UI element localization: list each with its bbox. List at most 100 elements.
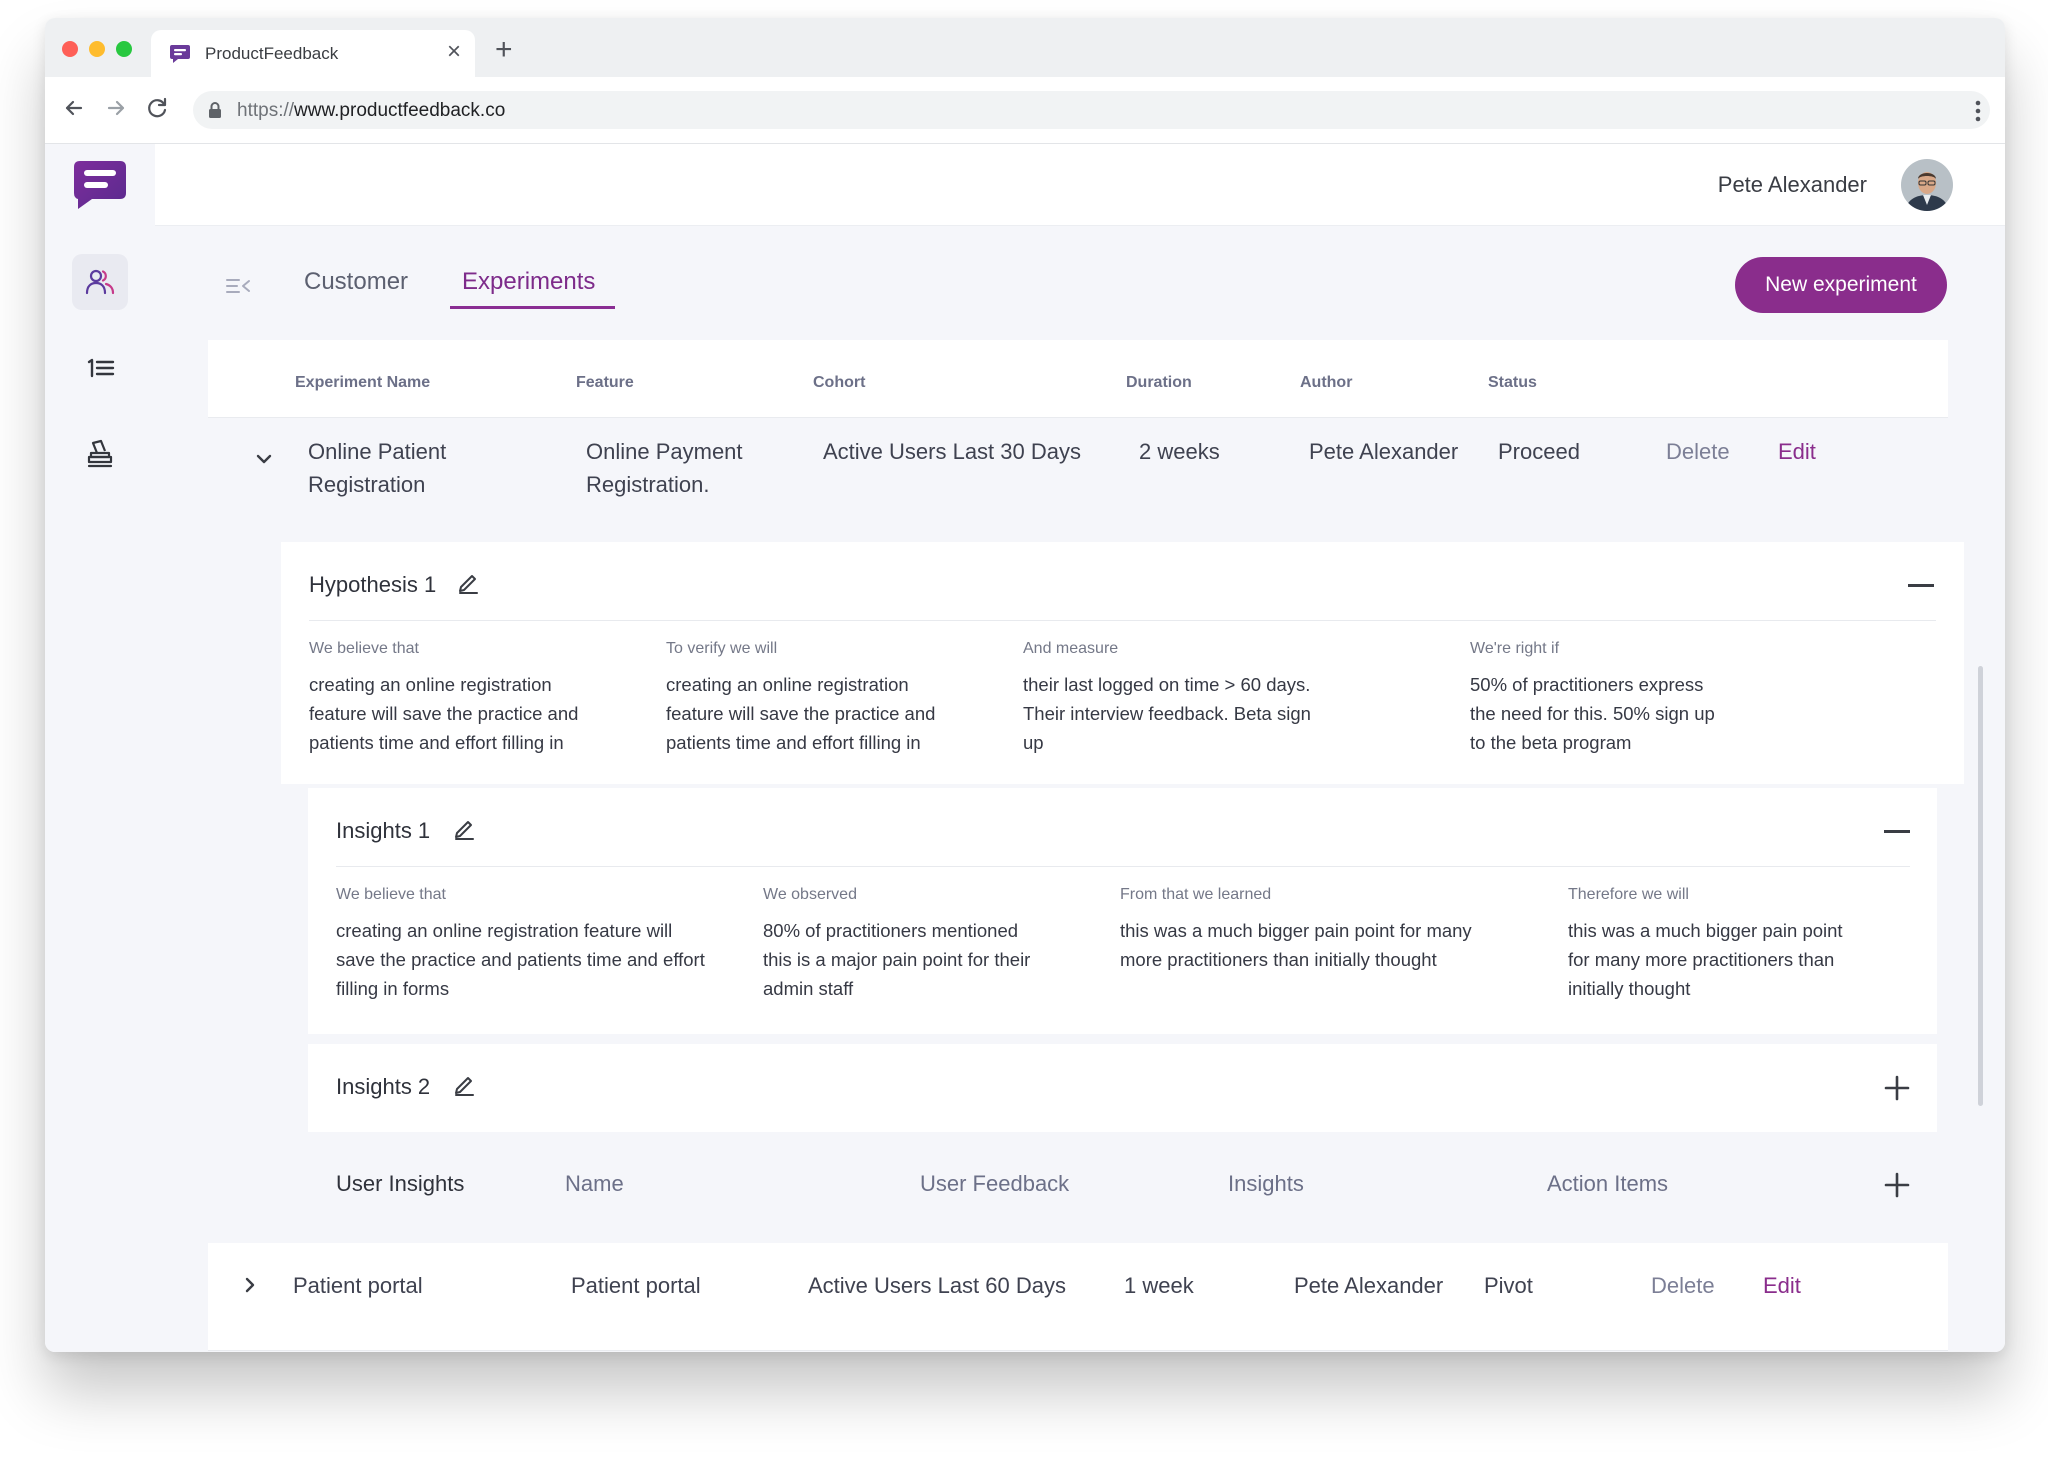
insights-label: We observed [763, 886, 857, 903]
user-insights-bar: User Insights Name User Feedback Insight… [308, 1142, 1937, 1227]
insights-label: Therefore we will [1568, 886, 1689, 903]
users-icon [85, 269, 115, 295]
app-header: Pete Alexander [155, 144, 2005, 226]
insights-text: this was a much bigger pain point for man… [1568, 920, 1843, 999]
url-text: https://www.productfeedback.co [237, 100, 506, 121]
edit-button[interactable]: Edit [1763, 1269, 1801, 1302]
minimize-window-button[interactable] [89, 41, 105, 57]
app-sidebar [45, 144, 155, 1352]
user-insights-column-feedback: User Feedback [920, 1171, 1070, 1196]
insights-text: creating an online registration feature … [336, 920, 705, 999]
hypothesis-label: And measure [1023, 640, 1119, 657]
pencil-icon[interactable] [453, 818, 475, 840]
insights-label: We believe that [336, 886, 446, 903]
browser-window: ProductFeedback × + https://www.productf… [45, 18, 2005, 1352]
hypothesis-text: creating an online registration feature w… [666, 674, 936, 753]
lock-icon [209, 102, 221, 118]
column-header-cohort[interactable]: Cohort [813, 374, 865, 392]
delete-button[interactable]: Delete [1651, 1269, 1715, 1302]
expand-insights-plus-icon[interactable] [1884, 1075, 1910, 1101]
insights-title: Insights 1 [336, 818, 431, 843]
browser-toolbar: https://www.productfeedback.co [45, 77, 2005, 144]
column-header-duration[interactable]: Duration [1126, 374, 1192, 392]
experiment-duration: 2 weeks [1139, 439, 1220, 464]
maximize-window-button[interactable] [116, 41, 132, 57]
add-user-insight-plus-icon[interactable] [1884, 1172, 1910, 1198]
sidebar-item-approvals[interactable] [72, 426, 128, 482]
collapse-insights-icon[interactable] [1884, 830, 1910, 833]
hypothesis-label: To verify we will [666, 640, 778, 657]
numbered-list-icon [87, 358, 115, 378]
user-name: Pete Alexander [1717, 172, 1867, 197]
table-row[interactable]: Online Patient Registration Online Paymen… [208, 419, 1948, 527]
experiment-status: Proceed [1498, 439, 1580, 464]
column-header-status[interactable]: Status [1488, 374, 1537, 392]
experiment-author: Pete Alexander [1294, 1273, 1444, 1298]
experiment-cohort: Active Users Last 60 Days [808, 1273, 1066, 1298]
experiments-table-header: Experiment Name Feature Cohort Duration … [208, 340, 1948, 418]
experiment-feature: Online Payment Registration. [586, 439, 743, 497]
sidebar-item-ordered-list[interactable] [72, 340, 128, 396]
hypothesis-card: Hypothesis 1 We believe that creating an… [281, 542, 1964, 784]
table-row[interactable]: Patient portal Patient portal Active Use… [208, 1243, 1948, 1351]
back-arrow-icon[interactable] [59, 93, 89, 123]
browser-tab-title: ProductFeedback [205, 44, 339, 63]
productfeedback-favicon-icon [170, 45, 190, 63]
user-insights-column-name: Name [565, 1171, 624, 1196]
delete-button[interactable]: Delete [1666, 435, 1730, 468]
stamp-icon [87, 439, 113, 468]
forward-arrow-icon[interactable] [101, 93, 131, 123]
reload-icon[interactable] [143, 93, 173, 123]
productfeedback-logo-icon[interactable] [72, 159, 128, 211]
url-bar[interactable]: https://www.productfeedback.co [193, 91, 1990, 129]
hypothesis-label: We believe that [309, 640, 419, 657]
insights-card: Insights 1 We believe that creating an o… [308, 788, 1937, 1034]
insights-text: 80% of practitioners mentioned this is a … [763, 920, 1031, 999]
column-header-experiment-name[interactable]: Experiment Name [295, 374, 430, 392]
pencil-icon[interactable] [457, 572, 479, 594]
card-divider [336, 866, 1910, 867]
card-divider [309, 620, 1936, 621]
column-header-feature[interactable]: Feature [576, 374, 634, 392]
hypothesis-text: 50% of practitioners express the need for… [1470, 674, 1715, 753]
tab-customer[interactable]: Customer [304, 268, 408, 296]
hypothesis-text: creating an online registration feature w… [309, 674, 579, 753]
experiment-feature: Patient portal [571, 1273, 701, 1298]
browser-tab[interactable]: ProductFeedback × [151, 30, 475, 77]
insights-title: Insights 2 [336, 1074, 431, 1099]
tab-experiments[interactable]: Experiments [462, 268, 595, 296]
main-content: Customer Experiments New experiment Expe… [155, 226, 2005, 1352]
experiment-cohort: Active Users Last 30 Days [823, 439, 1081, 464]
sidebar-item-users[interactable] [72, 254, 128, 310]
scrollbar[interactable] [1978, 666, 1983, 1106]
active-tab-indicator [450, 306, 615, 309]
hypothesis-title: Hypothesis 1 [309, 572, 437, 597]
user-insights-title: User Insights [336, 1171, 465, 1196]
experiment-name: Patient portal [293, 1273, 423, 1298]
edit-button[interactable]: Edit [1778, 435, 1816, 468]
chevron-down-icon[interactable] [254, 449, 274, 469]
pencil-icon[interactable] [453, 1074, 475, 1096]
collapse-menu-icon[interactable] [225, 276, 251, 296]
experiment-author: Pete Alexander [1309, 439, 1459, 464]
user-insights-column-insights: Insights [1228, 1171, 1304, 1196]
experiment-name: Online Patient Registration [308, 439, 447, 497]
close-window-button[interactable] [62, 41, 78, 57]
hypothesis-label: We're right if [1470, 640, 1560, 657]
browser-menu-icon[interactable] [1975, 91, 1981, 131]
hypothesis-text: their last logged on time > 60 days. Thei… [1023, 674, 1311, 753]
avatar[interactable] [1901, 159, 1953, 211]
chevron-right-icon[interactable] [240, 1275, 260, 1295]
insights-card: Insights 2 [308, 1044, 1937, 1132]
insights-text: this was a much bigger pain point for ma… [1120, 920, 1472, 970]
browser-tab-strip: ProductFeedback × + [45, 18, 2005, 77]
user-insights-column-action-items: Action Items [1547, 1171, 1669, 1196]
close-tab-icon[interactable]: × [447, 40, 461, 64]
collapse-hypothesis-icon[interactable] [1908, 584, 1934, 587]
new-experiment-button[interactable]: New experiment [1735, 257, 1947, 313]
insights-label: From that we learned [1120, 886, 1272, 903]
experiment-status: Pivot [1484, 1273, 1533, 1298]
column-header-author[interactable]: Author [1300, 374, 1352, 392]
user-avatar-icon [1901, 159, 1953, 211]
new-tab-icon[interactable]: + [495, 35, 513, 65]
